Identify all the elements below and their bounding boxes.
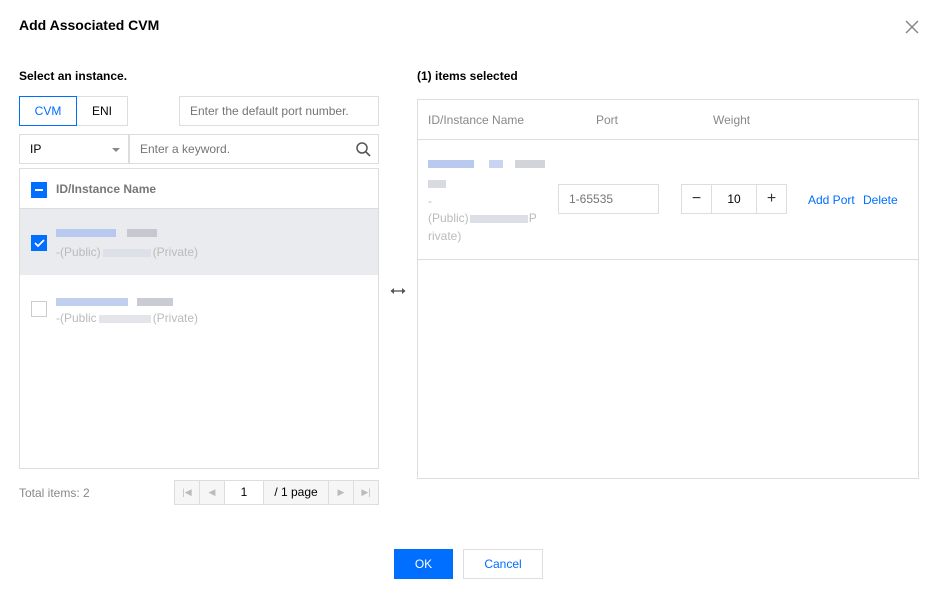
caret-down-icon bbox=[112, 148, 120, 152]
selected-instance-name-redacted bbox=[428, 176, 446, 190]
prev-page-icon[interactable]: ◀ bbox=[199, 480, 225, 505]
instance-ip-line: -(Public) (Private) bbox=[56, 245, 199, 259]
instance-table: ID/Instance Name -(Public) (Private) -(Pu… bbox=[19, 168, 379, 469]
selected-table-header: ID/Instance Name Port Weight bbox=[418, 100, 918, 140]
total-items: Total items: 2 bbox=[19, 486, 90, 500]
tab-cvm[interactable]: CVM bbox=[19, 96, 77, 126]
selected-table: ID/Instance Name Port Weight - (Public) P… bbox=[417, 99, 919, 479]
filter-select[interactable]: IP bbox=[19, 134, 129, 164]
last-page-icon[interactable]: ▶| bbox=[353, 480, 379, 505]
keyword-search-input[interactable] bbox=[130, 135, 345, 163]
filter-select-value: IP bbox=[30, 142, 42, 156]
left-right-arrow-icon bbox=[390, 288, 406, 294]
column-header-name: ID/Instance Name bbox=[428, 113, 525, 127]
port-input[interactable] bbox=[558, 184, 659, 214]
selected-instance-id-redacted bbox=[428, 156, 545, 170]
page-number-input[interactable]: 1 bbox=[224, 480, 264, 505]
column-header-name: ID/Instance Name bbox=[56, 182, 157, 196]
delete-link[interactable]: Delete bbox=[863, 193, 898, 207]
column-header-port: Port bbox=[596, 113, 619, 127]
select-all-checkbox[interactable] bbox=[31, 182, 47, 198]
row-checkbox-checked[interactable] bbox=[31, 235, 47, 251]
plus-icon[interactable]: + bbox=[756, 185, 786, 213]
instance-ip-line: -(Public (Private) bbox=[56, 311, 199, 325]
selected-row: - (Public)P rivate) − 10 + Add Port Dele… bbox=[418, 140, 918, 260]
total-count: 2 bbox=[83, 486, 90, 500]
next-page-icon[interactable]: ▶ bbox=[328, 480, 354, 505]
ok-button[interactable]: OK bbox=[394, 549, 453, 579]
first-page-icon[interactable]: |◀ bbox=[174, 480, 200, 505]
minus-icon[interactable]: − bbox=[682, 185, 712, 213]
table-header: ID/Instance Name bbox=[20, 169, 378, 209]
page-total: / 1 page bbox=[263, 480, 329, 505]
column-header-weight: Weight bbox=[713, 113, 751, 127]
cancel-button[interactable]: Cancel bbox=[463, 549, 543, 579]
add-port-link[interactable]: Add Port bbox=[808, 193, 855, 207]
row-checkbox[interactable] bbox=[31, 301, 47, 317]
tab-eni[interactable]: ENI bbox=[76, 96, 128, 126]
keyword-search-box bbox=[129, 134, 379, 164]
selected-count-label: (1) items selected bbox=[417, 69, 518, 83]
table-row[interactable]: -(Public) (Private) bbox=[20, 209, 378, 275]
instance-id-redacted bbox=[56, 225, 158, 239]
close-icon[interactable] bbox=[903, 18, 921, 36]
weight-value[interactable]: 10 bbox=[712, 185, 756, 213]
selected-ip-line-cont: rivate) bbox=[428, 229, 462, 243]
table-row[interactable]: -(Public (Private) bbox=[20, 275, 378, 341]
weight-stepper: − 10 + bbox=[681, 184, 787, 214]
dialog-title: Add Associated CVM bbox=[19, 17, 160, 33]
instance-id-redacted bbox=[56, 294, 174, 308]
selected-ip-line: (Public) P bbox=[428, 211, 537, 225]
left-section-label: Select an instance. bbox=[19, 69, 128, 83]
selected-dash: - bbox=[428, 194, 432, 208]
default-port-input[interactable] bbox=[179, 96, 379, 126]
search-icon[interactable] bbox=[356, 142, 371, 157]
